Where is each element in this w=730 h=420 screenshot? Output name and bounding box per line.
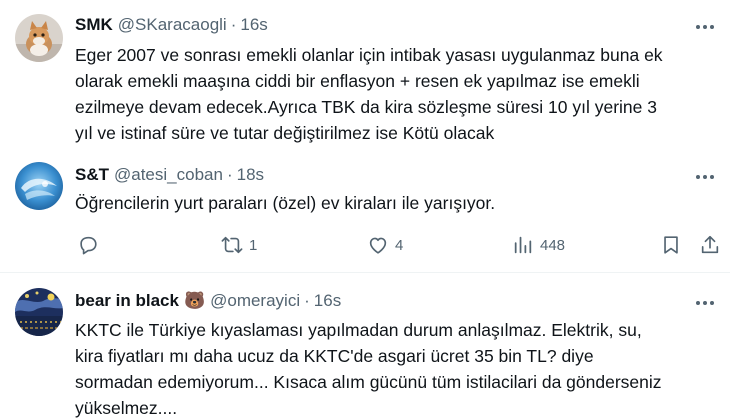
- share-icon: [701, 235, 719, 254]
- reply-icon: [80, 236, 97, 255]
- bookmark-icon: [664, 236, 678, 254]
- timestamp[interactable]: 18s: [237, 165, 264, 185]
- tweet-text: KKTC ile Türkiye kıyaslaması yapılmadan …: [75, 317, 720, 420]
- tweet-text: Öğrencilerin yurt paraları (özel) ev kir…: [75, 190, 720, 216]
- author-name[interactable]: bear in black: [75, 291, 179, 311]
- tweet-actions: 1 4 448: [75, 233, 725, 257]
- separator-dot: ·: [304, 291, 310, 310]
- views-button[interactable]: 448: [512, 233, 565, 257]
- tweet-smk[interactable]: SMK @SKaracaogli · 16s Eger 2007 ve sonr…: [0, 0, 730, 160]
- tweet-text-line: sormadan edemiyorum... Kısaca alım gücün…: [75, 372, 662, 392]
- retweet-icon: [221, 236, 243, 254]
- more-dots-icon: [696, 25, 714, 29]
- author-handle[interactable]: @atesi_coban: [114, 165, 223, 185]
- tweet-text-line: yıl ve istinaf süre ve tutar değiştirilm…: [75, 123, 495, 143]
- blue-swirl-avatar-icon: [15, 162, 63, 210]
- bookmark-button[interactable]: [660, 233, 682, 257]
- tweet-text-line: ezilmeye devam edecek.Ayrıca TBK da kira…: [75, 97, 657, 117]
- tweet-header: SMK @SKaracaogli · 16s: [75, 14, 268, 36]
- timestamp[interactable]: 16s: [240, 15, 267, 35]
- retweet-button[interactable]: 1: [221, 233, 257, 257]
- author-name[interactable]: SMK: [75, 15, 113, 35]
- more-options-button[interactable]: [692, 16, 718, 38]
- more-options-button[interactable]: [692, 292, 718, 314]
- tweet-bear-in-black[interactable]: bear in black 🐻 @omerayici · 16s KKTC il…: [0, 273, 730, 420]
- more-dots-icon: [696, 301, 714, 305]
- cat-photo-avatar-icon: [15, 14, 63, 62]
- more-options-button[interactable]: [692, 166, 718, 188]
- tweet-text-line: kira fiyatları mı daha ucuz da KKTC'de a…: [75, 346, 594, 366]
- avatar[interactable]: [15, 14, 63, 62]
- separator-dot: ·: [230, 15, 237, 34]
- reply-button[interactable]: [77, 233, 105, 257]
- timestamp[interactable]: 16s: [314, 291, 341, 311]
- tweet-text-line: olarak emekli maaşına ciddi bir enflasyo…: [75, 71, 640, 91]
- tweet-text-line: Öğrencilerin yurt paraları (özel) ev kir…: [75, 193, 496, 213]
- tweet-text-line: yükselmez....: [75, 398, 178, 418]
- tweet-text: Eger 2007 ve sonrası emekli olanlar için…: [75, 42, 720, 146]
- like-button[interactable]: 4: [367, 233, 403, 257]
- more-dots-icon: [696, 175, 714, 179]
- tweet-header: S&T @atesi_coban · 18s: [75, 164, 264, 186]
- tweet-text-line: KKTC ile Türkiye kıyaslaması yapılmadan …: [75, 320, 642, 340]
- views-chart-icon: [514, 236, 532, 254]
- author-handle[interactable]: @omerayici: [210, 291, 300, 311]
- tweet-header: bear in black 🐻 @omerayici · 16s: [75, 290, 341, 312]
- tweet-text-line: Eger 2007 ve sonrası emekli olanlar için…: [75, 45, 663, 65]
- share-button[interactable]: [699, 233, 721, 257]
- like-count: 4: [395, 236, 404, 254]
- avatar[interactable]: [15, 162, 63, 210]
- author-handle[interactable]: @SKaracaogli: [118, 15, 227, 35]
- retweet-count: 1: [249, 236, 258, 254]
- heart-icon: [369, 237, 387, 254]
- author-name[interactable]: S&T: [75, 165, 109, 185]
- bear-emoji: 🐻: [183, 291, 206, 310]
- avatar[interactable]: [15, 288, 63, 336]
- tweet-st[interactable]: S&T @atesi_coban · 18s Öğrencilerin yurt…: [0, 160, 730, 272]
- views-count: 448: [540, 236, 566, 254]
- starry-night-avatar-icon: [15, 288, 63, 336]
- separator-dot: ·: [226, 165, 233, 184]
